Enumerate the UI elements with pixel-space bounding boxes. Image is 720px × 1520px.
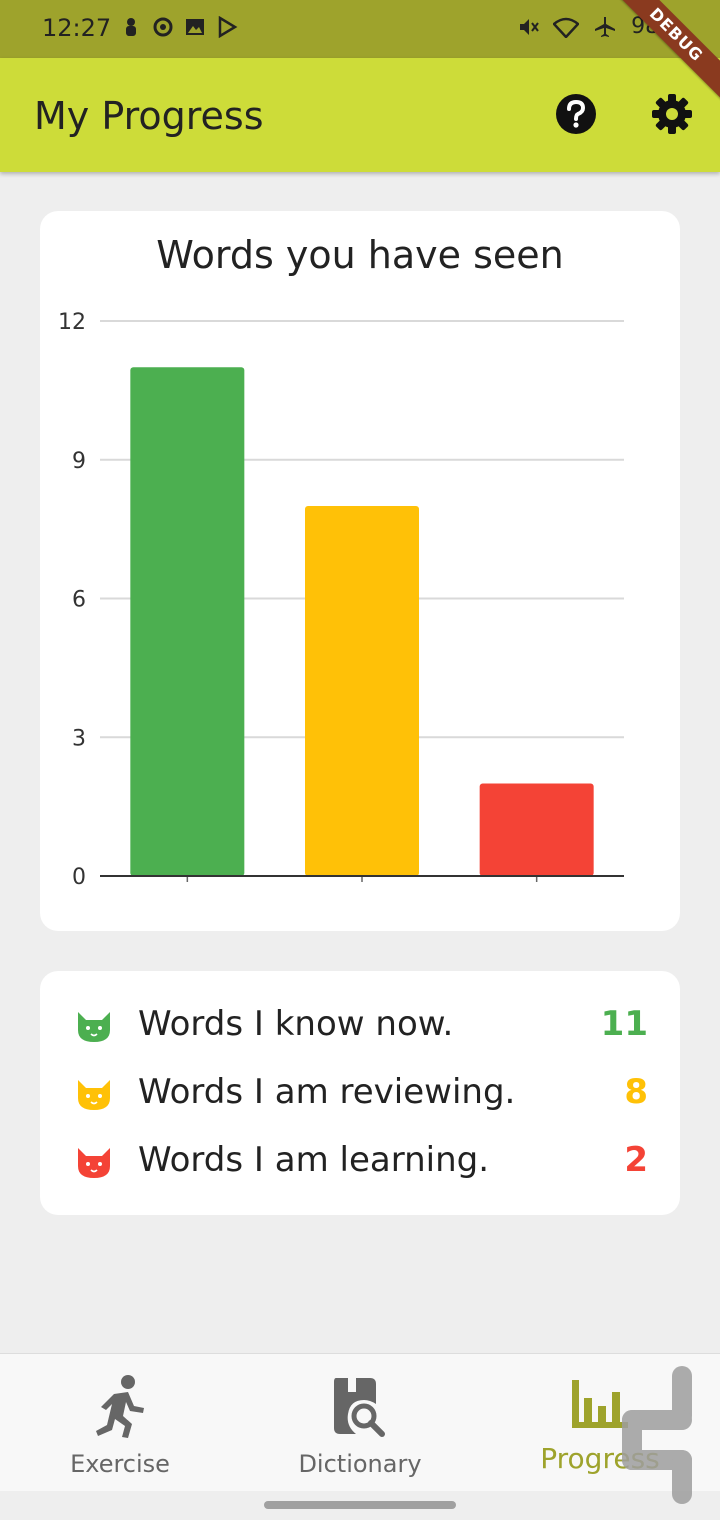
running-person-icon (96, 1375, 144, 1438)
cat-icon (78, 1080, 110, 1110)
cat-icon (78, 1148, 110, 1178)
cat-icon (78, 1012, 110, 1042)
help-button[interactable] (554, 92, 598, 136)
book-search-icon (334, 1378, 385, 1437)
legend-count: 8 (624, 1072, 648, 1112)
notification-icons (120, 16, 238, 38)
nav-label: Dictionary (298, 1450, 422, 1478)
bar (130, 367, 245, 876)
gesture-handle[interactable] (264, 1501, 456, 1509)
chart-card: Words you have seen 0 3 6 9 12 (40, 211, 680, 931)
legend-count: 11 (600, 1004, 648, 1044)
page-title: My Progress (34, 94, 264, 138)
bar (305, 506, 419, 876)
legend-label: Words I am learning. (138, 1140, 490, 1180)
image-icon (186, 19, 204, 35)
watermark-logo (622, 1366, 692, 1504)
nav-item-exercise[interactable]: Exercise (0, 1354, 240, 1491)
nav-label: Exercise (70, 1450, 170, 1478)
status-time: 12:27 (42, 14, 112, 42)
sync-icon (153, 17, 173, 37)
legend-item-known: Words I know now. 11 (40, 998, 680, 1054)
y-tick-label: 12 (58, 310, 86, 335)
legend-label: Words I am reviewing. (138, 1072, 516, 1112)
play-store-icon (218, 16, 238, 38)
y-tick-label: 9 (72, 449, 86, 474)
mute-icon (520, 18, 539, 35)
legend-count: 2 (624, 1140, 648, 1180)
y-tick-label: 3 (72, 726, 86, 751)
nav-item-dictionary[interactable]: Dictionary (240, 1354, 480, 1491)
legend-label: Words I know now. (138, 1004, 454, 1044)
app-bar: My Progress (0, 58, 720, 172)
y-tick-label: 0 (72, 865, 86, 890)
gear-icon (652, 94, 692, 134)
status-bar: 12:27 98% (0, 0, 720, 58)
settings-button[interactable] (650, 92, 694, 136)
legend-card: Words I know now. 11 Words I am reviewin… (40, 971, 680, 1215)
legend-item-learning: Words I am learning. 2 (40, 1134, 680, 1190)
airplane-icon (595, 16, 616, 37)
help-circle-icon (556, 94, 596, 134)
bar-chart: 0 3 6 9 12 (58, 310, 624, 890)
y-tick-label: 6 (72, 588, 86, 613)
wifi-icon (553, 17, 580, 38)
legend-item-reviewing: Words I am reviewing. 8 (40, 1066, 680, 1122)
bar (479, 783, 594, 876)
notification-icon (126, 18, 136, 36)
